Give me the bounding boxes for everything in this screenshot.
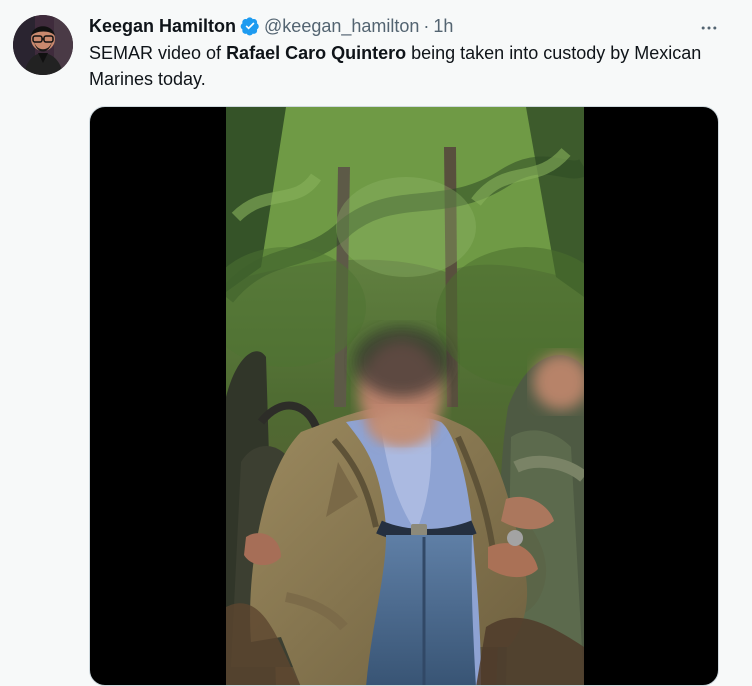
author-avatar-image [13,15,73,75]
tweet-text-bold-name: Rafael Caro Quintero [226,43,407,63]
tweet[interactable]: Keegan Hamilton @keegan_hamilton · 1h SE… [0,0,752,686]
author-handle[interactable]: @keegan_hamilton [264,14,419,38]
author-name[interactable]: Keegan Hamilton [89,14,236,38]
author-avatar[interactable] [13,15,73,75]
tweet-time[interactable]: 1h [433,14,453,38]
tweet-header: Keegan Hamilton @keegan_hamilton · 1h [89,14,453,38]
video-media[interactable] [89,106,719,686]
more-horizontal-icon[interactable] [694,16,724,40]
tweet-text-before: SEMAR video of [89,43,227,63]
video-frame[interactable] [226,107,584,685]
header-separator: · [423,16,430,36]
video-still-image [226,107,584,685]
tweet-text: SEMAR video of Rafael Caro Quintero bein… [89,40,709,92]
verified-badge-icon [240,16,260,36]
